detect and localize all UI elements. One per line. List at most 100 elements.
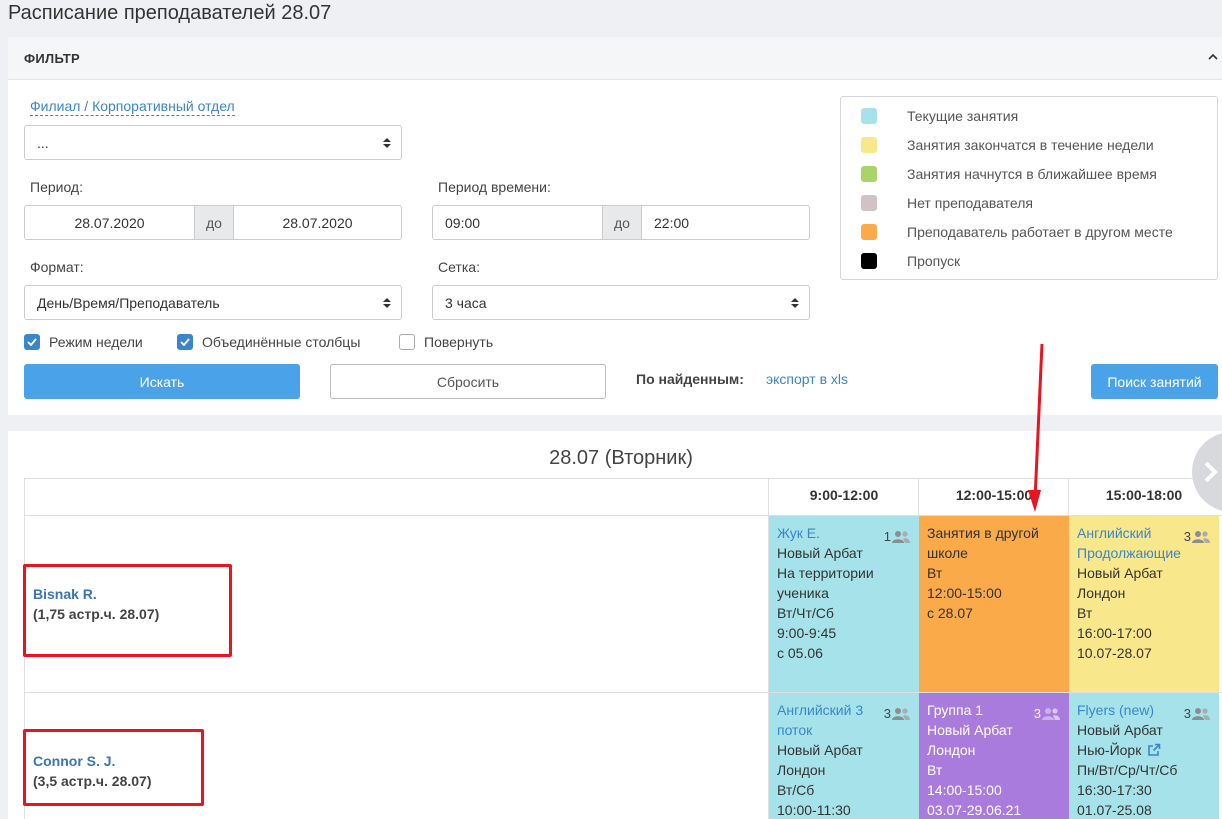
lesson-line: 03.07-29.06.21: [927, 802, 1022, 818]
export-xls-link[interactable]: экспорт в xls: [766, 371, 848, 387]
lesson-title-link[interactable]: Английский 3 поток: [777, 700, 887, 740]
branch-select[interactable]: ...: [24, 125, 402, 160]
week-mode-checkbox[interactable]: Режим недели: [24, 334, 143, 350]
lesson-line-text: Нью-Йорк: [1077, 742, 1142, 758]
period-label: Период:: [30, 179, 83, 195]
period-sep: до: [194, 206, 234, 239]
lesson-line: 16:30-17:30: [1077, 782, 1152, 798]
lesson-cell-other-school[interactable]: Занятия в другой школе Вт 12:00-15:00 с …: [919, 516, 1069, 692]
external-link-icon[interactable]: [1147, 743, 1161, 757]
lesson-title-link[interactable]: Английский Продолжающие: [1077, 523, 1187, 563]
legend-swatch: [861, 137, 877, 153]
legend-item: Занятия начнутся в ближайшее время: [861, 166, 1157, 182]
legend-swatch: [861, 224, 877, 240]
students-count-value: 1: [883, 529, 891, 544]
teacher-hours: (3,5 астр.ч. 28.07): [33, 773, 152, 789]
lesson-line: Вт: [927, 762, 943, 778]
time-label: Период времени:: [438, 179, 551, 195]
chevron-right-icon[interactable]: [1203, 460, 1219, 484]
lesson-line: 12:00-15:00: [927, 585, 1002, 601]
lesson-line: с 05.06: [777, 645, 823, 661]
select-caret-icon: [383, 298, 391, 308]
teacher-hours: (1,75 астр.ч. 28.07): [33, 606, 160, 622]
lesson-line: Лондон: [777, 762, 826, 778]
lesson-cell[interactable]: Английский Продолжающие 3 Новый Арбат Ло…: [1069, 516, 1219, 692]
lesson-line: Нью-Йорк: [1077, 740, 1211, 760]
legend-label: Нет преподавателя: [907, 195, 1033, 211]
lesson-line: 10.07-28.07: [1077, 645, 1152, 661]
students-count: 3: [1184, 527, 1211, 547]
period-to-input[interactable]: 28.07.2020: [234, 206, 401, 239]
students-count-value: 3: [1183, 529, 1191, 544]
lesson-line: Новый Арбат: [1077, 565, 1163, 581]
grid-label: Сетка:: [438, 259, 480, 275]
lesson-line: Вт: [1077, 605, 1093, 621]
students-count: 1: [884, 527, 911, 547]
teacher-name-link[interactable]: Connor S. J.: [33, 753, 115, 769]
filter-header[interactable]: ФИЛЬТР: [8, 37, 1222, 80]
teacher-name-link[interactable]: Bisnak R.: [33, 586, 97, 602]
time-to-input[interactable]: 22:00: [642, 206, 809, 239]
rotate-label: Повернуть: [424, 334, 494, 350]
time-sep: до: [602, 206, 642, 239]
lesson-line: с 28.07: [927, 605, 973, 621]
lesson-line: школе: [927, 545, 968, 561]
lesson-line: Вт/Чт/Сб: [777, 605, 834, 621]
lesson-line: Новый Арбат: [777, 742, 863, 758]
students-count: 3: [1034, 704, 1061, 724]
checkbox-unchecked-icon: [399, 334, 415, 350]
students-count: 3: [884, 704, 911, 724]
legend-item: Текущие занятия: [861, 108, 1018, 124]
week-mode-label: Режим недели: [49, 334, 143, 350]
lesson-line: 16:00-17:00: [1077, 625, 1152, 641]
select-caret-icon: [791, 298, 799, 308]
color-legend: Текущие занятия Занятия закончатся в теч…: [840, 96, 1218, 280]
branch-link[interactable]: Филиал / Корпоративный отдел: [30, 98, 235, 116]
legend-swatch: [861, 195, 877, 211]
users-icon: [1192, 708, 1210, 720]
lesson-line: Лондон: [927, 742, 976, 758]
lesson-search-button[interactable]: Поиск занятий: [1091, 364, 1218, 399]
branch-select-value: ...: [37, 134, 49, 151]
page-title: Расписание преподавателей 28.07: [8, 2, 332, 24]
legend-item: Занятия закончатся в течение недели: [861, 137, 1154, 153]
students-count-value: 3: [1033, 706, 1041, 721]
found-label: По найденным:: [636, 371, 744, 387]
users-icon: [1192, 531, 1210, 543]
students-count-value: 3: [1183, 706, 1191, 721]
lesson-cell[interactable]: Группа 1 3 Новый Арбат Лондон Вт 14:00-1…: [919, 693, 1069, 819]
legend-item: Пропуск: [861, 253, 960, 269]
merged-columns-label: Объединённые столбцы: [202, 334, 361, 350]
format-select[interactable]: День/Время/Преподаватель: [24, 285, 402, 320]
time-range: 09:00 до 22:00: [432, 205, 810, 240]
legend-swatch: [861, 108, 877, 124]
lesson-line: 14:00-15:00: [927, 782, 1002, 798]
lesson-cell[interactable]: Жук Е. 1 Новый Арбат На территории учени…: [769, 516, 919, 692]
lesson-line: Занятия в другой: [927, 525, 1039, 541]
lesson-line: Вт: [927, 565, 943, 581]
lesson-cell[interactable]: Английский 3 поток 3 Новый Арбат Лондон …: [769, 693, 919, 819]
legend-swatch: [861, 166, 877, 182]
users-icon: [892, 708, 910, 720]
students-count: 3: [1184, 704, 1211, 724]
search-button[interactable]: Искать: [24, 364, 300, 399]
lesson-cell[interactable]: Flyers (new) 3 Новый Арбат Нью-Йорк Пн/В…: [1069, 693, 1219, 819]
chevron-up-icon[interactable]: [1206, 50, 1220, 64]
lesson-line: Пн/Вт/Ср/Чт/Сб: [1077, 762, 1178, 778]
users-icon: [892, 531, 910, 543]
annotation-arrow: [1028, 343, 1044, 512]
legend-item: Преподаватель работает в другом месте: [861, 224, 1173, 240]
time-from-input[interactable]: 09:00: [433, 206, 602, 239]
legend-item: Нет преподавателя: [861, 195, 1033, 211]
rotate-checkbox[interactable]: Повернуть: [399, 334, 493, 350]
users-icon: [1042, 708, 1060, 720]
lesson-line: 10:00-11:30: [777, 802, 851, 818]
format-select-value: День/Время/Преподаватель: [37, 294, 220, 311]
reset-button[interactable]: Сбросить: [330, 364, 606, 399]
legend-label: Занятия закончатся в течение недели: [907, 137, 1154, 153]
merged-columns-checkbox[interactable]: Объединённые столбцы: [177, 334, 360, 350]
checkbox-checked-icon: [177, 334, 193, 350]
lesson-line: 01.07-25.08: [1077, 802, 1152, 818]
grid-select[interactable]: 3 часа: [432, 285, 810, 320]
period-from-input[interactable]: 28.07.2020: [25, 206, 194, 239]
